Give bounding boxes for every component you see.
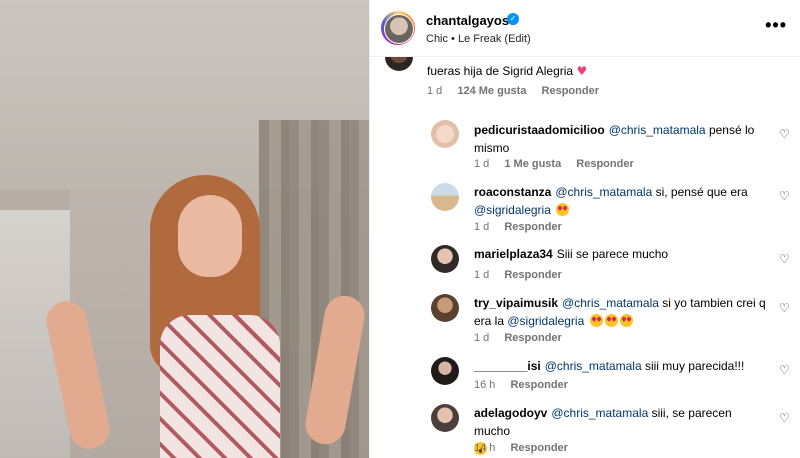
verified-badge-icon: ✓: [507, 13, 519, 25]
commenter-avatar[interactable]: [431, 357, 459, 385]
audio-track-link[interactable]: Chic • Le Freak (Edit): [426, 33, 531, 45]
post-header: chantalgayoso ✓ Chic • Le Freak (Edit) •…: [370, 0, 800, 57]
comment-likes[interactable]: 124 Me gusta: [457, 85, 526, 97]
like-heart-icon[interactable]: ♡: [779, 302, 791, 314]
author-username[interactable]: chantalgayoso: [426, 13, 517, 28]
comment-text: marielplaza34 Siii se parece mucho: [474, 247, 669, 261]
comment-age: 1 d: [427, 85, 443, 97]
like-heart-icon[interactable]: ♡: [779, 364, 791, 376]
commenter-avatar[interactable]: [431, 294, 459, 322]
pink-heart-icon: ♥: [576, 64, 588, 78]
heart-eyes-emoji-icon: [619, 314, 633, 327]
mention-link[interactable]: @chris_matamala: [609, 123, 706, 137]
more-options-icon[interactable]: •••: [765, 15, 787, 36]
comment-text: ________isi @chris_matamala siii muy pare…: [474, 359, 745, 373]
comment-meta: 16 h Responder: [474, 379, 580, 391]
comment-item: fueras hija de Sigrid Alegria ♥ 1 d 124 …: [370, 57, 800, 105]
commenter-username[interactable]: roaconstanza: [474, 185, 551, 199]
video-person: [150, 175, 300, 458]
like-heart-icon[interactable]: ♡: [779, 190, 791, 202]
commenter-username[interactable]: ________isi: [474, 359, 541, 373]
reply-button[interactable]: Responder: [510, 442, 567, 454]
comment-text: roaconstanza @chris_matamala si, pensé qu…: [474, 185, 748, 217]
post-side-panel: chantalgayoso ✓ Chic • Le Freak (Edit) •…: [369, 0, 800, 458]
reply-button[interactable]: Responder: [576, 158, 633, 170]
commenter-username[interactable]: adelagodoyv: [474, 406, 547, 420]
comment-age: 16 h: [474, 379, 496, 391]
comment-meta: 14 h Responder: [474, 442, 580, 454]
comment-age: 1 d: [474, 332, 490, 344]
comment-meta: 1 d 1 Me gusta Responder: [474, 158, 646, 170]
reply-button[interactable]: Responder: [504, 332, 561, 344]
mention-link[interactable]: @chris_matamala: [551, 406, 648, 420]
comment-age: 1 d: [474, 269, 490, 281]
comment-text: pedicuristaadomicilioo @chris_matamala pe…: [474, 123, 755, 155]
comment-item: adelagodoyv @chris_matamala siii, se pare…: [370, 402, 800, 458]
comment-item: try_vipaimusik @chris_matamala si yo tamb…: [370, 292, 800, 350]
reply-button[interactable]: Responder: [504, 221, 561, 233]
comments-list[interactable]: fueras hija de Sigrid Alegria ♥ 1 d 124 …: [370, 57, 800, 458]
author-avatar[interactable]: [381, 11, 415, 45]
reply-button[interactable]: Responder: [504, 269, 561, 281]
comment-text: try_vipaimusik @chris_matamala si yo tamb…: [474, 296, 766, 328]
commenter-avatar[interactable]: [385, 57, 413, 71]
reel-video[interactable]: [0, 0, 369, 458]
comment-age: 1 d: [474, 158, 490, 170]
reply-button[interactable]: Responder: [510, 379, 567, 391]
like-heart-icon[interactable]: ♡: [779, 412, 791, 424]
mention-link[interactable]: @sigridalegria: [507, 314, 584, 328]
commenter-avatar[interactable]: [431, 404, 459, 432]
heart-eyes-emoji-icon: [604, 314, 618, 327]
comment-age: 14 h: [474, 442, 496, 454]
comment-age: 1 d: [474, 221, 490, 233]
commenter-avatar[interactable]: [431, 245, 459, 273]
comment-item: ________isi @chris_matamala siii muy pare…: [370, 355, 800, 395]
heart-eyes-emoji-icon: [556, 203, 570, 216]
like-heart-icon[interactable]: ♡: [779, 128, 791, 140]
like-heart-icon[interactable]: ♡: [779, 253, 791, 265]
comment-meta: 1 d Responder: [474, 221, 574, 233]
mention-link[interactable]: @chris_matamala: [562, 296, 659, 310]
reply-button[interactable]: Responder: [542, 85, 599, 97]
commenter-avatar[interactable]: [431, 183, 459, 211]
comment-item: pedicuristaadomicilioo @chris_matamala pe…: [370, 117, 800, 175]
comment-text: fueras hija de Sigrid Alegria ♥: [427, 64, 588, 78]
mention-link[interactable]: @sigridalegria: [474, 203, 551, 217]
commenter-avatar[interactable]: [431, 120, 459, 148]
heart-eyes-emoji-icon: [589, 314, 603, 327]
comment-item: marielplaza34 Siii se parece mucho 1 d Re…: [370, 243, 800, 283]
comment-item: roaconstanza @chris_matamala si, pensé qu…: [370, 181, 800, 239]
comment-meta: 1 d 124 Me gusta Responder: [427, 85, 611, 97]
mention-link[interactable]: @chris_matamala: [545, 359, 642, 373]
comment-meta: 1 d Responder: [474, 269, 574, 281]
commenter-username[interactable]: marielplaza34: [474, 247, 553, 261]
commenter-username[interactable]: pedicuristaadomicilioo: [474, 123, 605, 137]
mention-link[interactable]: @chris_matamala: [555, 185, 652, 199]
comment-likes[interactable]: 1 Me gusta: [504, 158, 561, 170]
comment-meta: 1 d Responder: [474, 332, 574, 344]
commenter-username[interactable]: try_vipaimusik: [474, 296, 558, 310]
